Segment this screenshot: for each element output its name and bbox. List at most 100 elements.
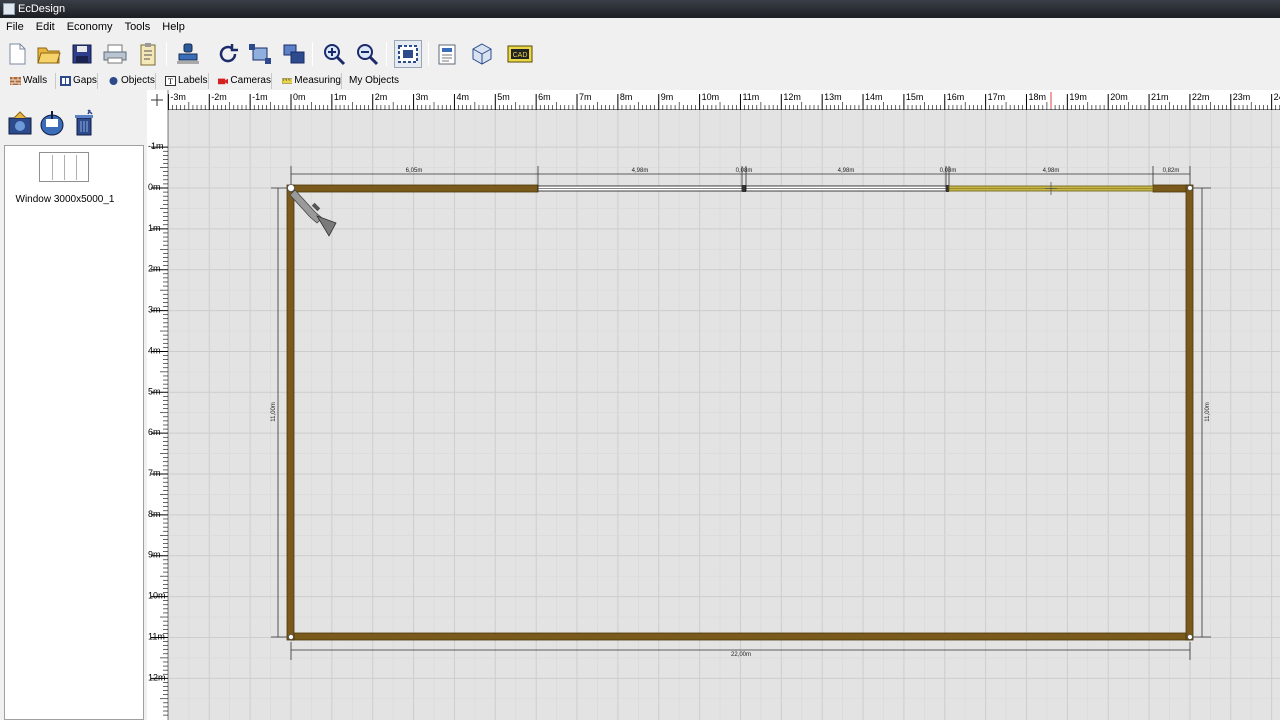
ruler-label: 20m <box>1110 92 1128 102</box>
ruler-label: 11m <box>742 92 759 102</box>
cube-icon <box>472 43 492 65</box>
disk-save-icon <box>40 111 64 136</box>
svg-text:T: T <box>168 77 173 86</box>
zoom-out-icon <box>357 44 379 66</box>
fit-view-icon <box>398 45 418 63</box>
window-thumbnail-icon <box>39 152 89 182</box>
menu-bar: File Edit Economy Tools Help <box>0 18 1280 36</box>
rotate-icon <box>219 44 238 63</box>
floor-plan-svg[interactable]: -3m -2m -1m 0m 1m 2m 3m 4m 5m 6m 7m 8m 9m 10m 11m 12m 13… <box>147 90 1280 720</box>
ruler-label: 6m <box>538 92 551 102</box>
dimension-label: 4,98m <box>632 168 649 174</box>
tab-gaps-label: Gaps <box>73 75 97 86</box>
tab-labels[interactable]: T Labels <box>163 73 209 89</box>
stamp-icon <box>177 43 199 64</box>
wall-top-right[interactable] <box>1152 184 1191 193</box>
ruler-label: -1m <box>252 92 268 102</box>
stamp-button[interactable] <box>174 40 202 68</box>
vertical-ruler[interactable] <box>147 110 168 720</box>
object-tools <box>6 108 141 142</box>
measuring-icon <box>282 78 293 84</box>
ruler-label: 10m <box>702 92 720 102</box>
menu-tools[interactable]: Tools <box>119 18 157 33</box>
new-file-button[interactable] <box>3 40 31 68</box>
print-button[interactable] <box>101 40 129 68</box>
ruler-label: 18m <box>1028 92 1046 102</box>
dimension-label-left: 11,00m <box>271 402 277 422</box>
ruler-label: 23m <box>1233 92 1251 102</box>
tab-measuring[interactable]: Measuring <box>280 73 342 89</box>
tab-cameras-label: Cameras <box>230 75 271 86</box>
tab-labels-label: Labels <box>178 75 208 86</box>
wall-right[interactable] <box>1185 184 1194 641</box>
tab-measuring-label: Measuring <box>294 75 341 86</box>
window-2[interactable] <box>745 185 947 192</box>
tab-objects[interactable]: Objects <box>106 73 156 89</box>
ruler-label: 10m <box>148 591 166 601</box>
undo-button[interactable] <box>214 40 242 68</box>
object-library-button[interactable] <box>6 108 34 138</box>
ruler-label: 8m <box>620 92 633 102</box>
dimension-label: 0,08m <box>940 168 957 174</box>
3d-view-button[interactable] <box>468 40 496 68</box>
ruler-label: 15m <box>906 92 924 102</box>
ruler-label: 16m <box>947 92 965 102</box>
ruler-label: 12m <box>783 92 801 102</box>
object-label: Window 3000x5000_1 <box>15 194 115 205</box>
list-item[interactable]: Window 3000x5000_1 <box>5 146 143 210</box>
zoom-fit-button[interactable] <box>394 40 422 68</box>
ruler-label: -1m <box>148 141 164 151</box>
zoom-in-button[interactable] <box>320 40 348 68</box>
ruler-label: 9m <box>148 550 161 560</box>
clipboard-button[interactable] <box>134 40 162 68</box>
save-button[interactable] <box>68 40 96 68</box>
open-button[interactable] <box>35 40 63 68</box>
tab-walls[interactable]: Walls <box>8 73 56 89</box>
tab-my-objects[interactable]: My Objects <box>347 73 399 89</box>
ruler-label: -2m <box>211 92 227 102</box>
floor-plan-canvas[interactable]: -3m -2m -1m 0m 1m 2m 3m 4m 5m 6m 7m 8m 9m 10m 11m 12m 13… <box>147 90 1280 720</box>
delete-object-button[interactable] <box>70 108 98 138</box>
ruler-label: 2m <box>375 92 388 102</box>
ruler-label: 11m <box>148 631 165 641</box>
group-button[interactable] <box>280 40 308 68</box>
cad-export-button[interactable]: CAD <box>506 40 534 68</box>
ruler-label: 0m <box>293 92 306 102</box>
ruler-label: 22m <box>1192 92 1210 102</box>
ruler-label: 4m <box>148 345 161 355</box>
ruler-label: 3m <box>416 92 429 102</box>
main-toolbar: CAD <box>0 36 1280 72</box>
zoom-out-button[interactable] <box>353 40 381 68</box>
wall-left[interactable] <box>286 184 295 641</box>
ruler-label: 4m <box>456 92 469 102</box>
folder-open-icon <box>37 47 61 64</box>
drawing-area[interactable] <box>168 110 1280 720</box>
ruler-label: 5m <box>497 92 510 102</box>
ruler-label: 8m <box>148 509 161 519</box>
menu-edit[interactable]: Edit <box>30 18 61 33</box>
menu-file[interactable]: File <box>0 18 30 33</box>
menu-economy[interactable]: Economy <box>61 18 119 33</box>
tab-cameras[interactable]: Cameras <box>216 73 272 89</box>
ruler-label: 5m <box>148 386 161 396</box>
ruler-label: 19m <box>1069 92 1087 102</box>
report-icon <box>438 44 456 65</box>
title-bar: EcDesign <box>0 0 1280 18</box>
report-button[interactable] <box>434 40 462 68</box>
ruler-label: 0m <box>148 182 161 192</box>
menu-help[interactable]: Help <box>156 18 191 33</box>
ruler-label: 21m <box>1151 92 1169 102</box>
save-object-button[interactable] <box>38 108 66 138</box>
tab-walls-label: Walls <box>23 75 48 86</box>
ruler-label: 17m <box>988 92 1006 102</box>
object-list: Window 3000x5000_1 <box>4 145 144 720</box>
printer-icon <box>103 44 127 64</box>
dimension-label: 0,08m <box>736 168 753 174</box>
window-divider <box>946 185 949 192</box>
clipboard-icon <box>140 43 156 66</box>
wall-bottom[interactable] <box>290 632 1191 641</box>
scale-button[interactable] <box>246 40 274 68</box>
wall-top-left[interactable] <box>290 184 539 193</box>
tab-gaps[interactable]: Gaps <box>58 73 98 89</box>
window-1[interactable] <box>537 185 743 192</box>
